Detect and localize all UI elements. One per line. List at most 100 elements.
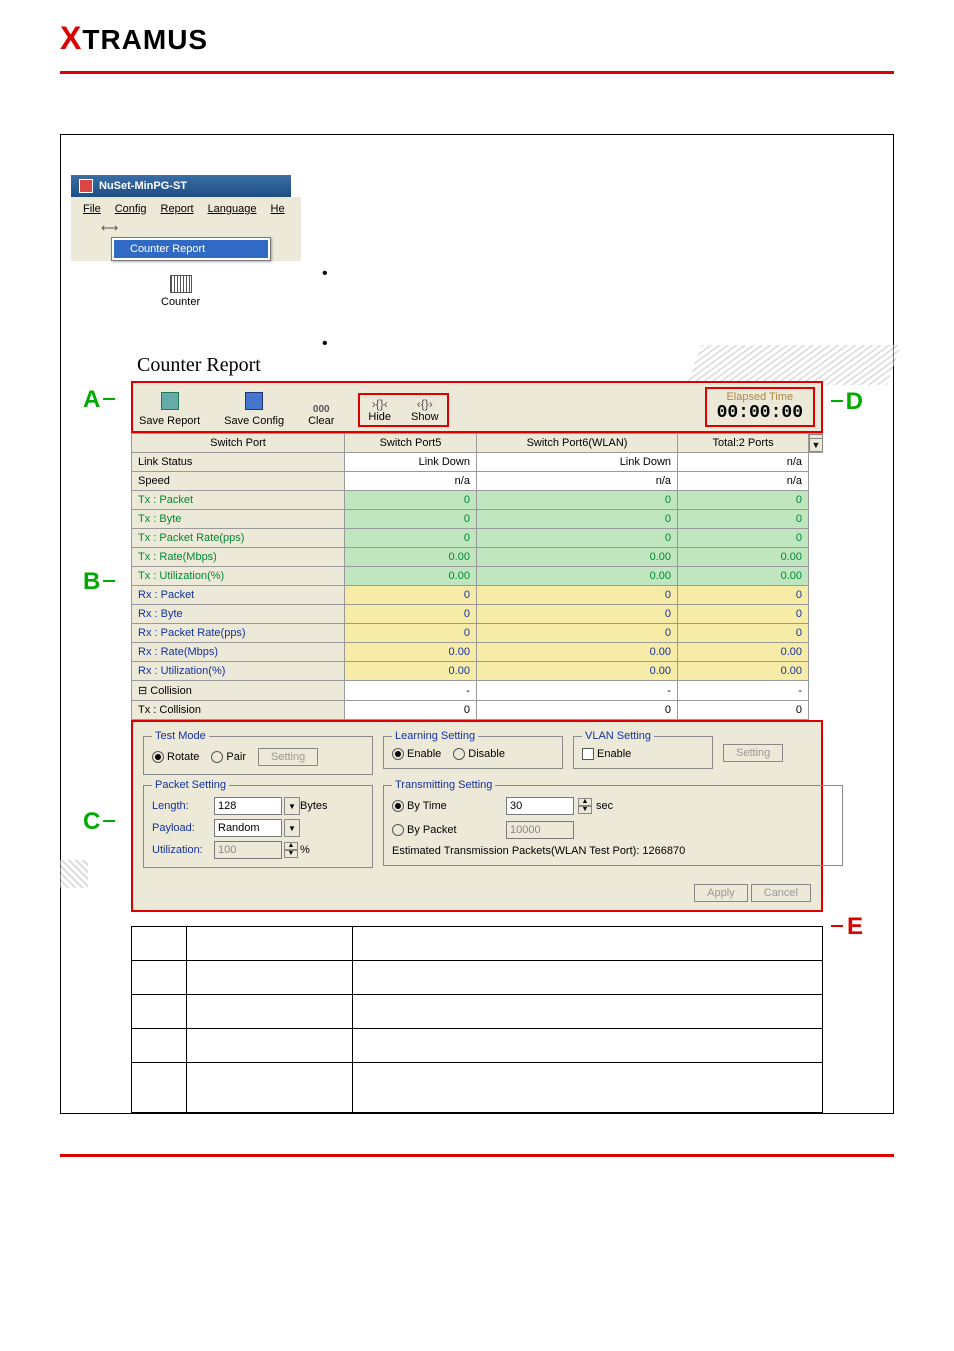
length-input[interactable] <box>214 797 282 815</box>
show-icon: ‹{}› <box>417 397 433 411</box>
time-stepper[interactable]: ▲▼ <box>578 798 592 814</box>
hide-icon: ›{}‹ <box>372 397 388 411</box>
callout-D: D <box>846 388 863 416</box>
apply-button[interactable]: Apply <box>694 884 748 902</box>
row-label: Tx : Rate(Mbps) <box>132 548 345 567</box>
rotate-radio[interactable]: Rotate <box>152 751 199 763</box>
test-mode-group: Test Mode Rotate Pair Setting <box>143 730 373 775</box>
pair-radio[interactable]: Pair <box>211 751 246 763</box>
cell-value: 0.00 <box>476 643 677 662</box>
time-input[interactable] <box>506 797 574 815</box>
cell-value: 0 <box>678 529 809 548</box>
vertical-scrollbar[interactable]: ▲ ▼ <box>809 434 823 453</box>
payload-dropdown-icon[interactable]: ▼ <box>284 819 300 837</box>
toolbar-redbox: Save Report Save Config 000Clear ›{}‹Hid… <box>131 381 823 433</box>
bullet-icon: • <box>322 265 328 283</box>
brand-logo: XTRAMUS <box>60 24 208 55</box>
util-input <box>214 841 282 859</box>
cell-value: - <box>678 681 809 701</box>
cell-value: 0 <box>678 605 809 624</box>
row-label: Tx : Byte <box>132 510 345 529</box>
cancel-button[interactable]: Cancel <box>751 884 811 902</box>
payload-label: Payload: <box>152 822 208 834</box>
elapsed-label: Elapsed Time <box>717 391 803 403</box>
cell-value: 0.00 <box>344 643 476 662</box>
cell-value: 0.00 <box>678 567 809 586</box>
by-packet-radio[interactable]: By Packet <box>392 824 502 836</box>
menubar: File Config Report Language He ⟷ Counter… <box>71 197 301 261</box>
window-titlebar[interactable]: NuSet-MinPG-ST <box>71 175 291 197</box>
estimated-label: Estimated Transmission Packets(WLAN Test… <box>392 845 834 857</box>
col-header[interactable]: Switch Port6(WLAN) <box>476 434 677 453</box>
util-unit: % <box>300 844 340 856</box>
counter-label: Counter <box>161 296 200 308</box>
trans-legend: Transmitting Setting <box>392 779 495 791</box>
learning-disable-radio[interactable]: Disable <box>453 748 505 760</box>
dropdown-counter-report[interactable]: Counter Report <box>114 240 268 258</box>
grid-icon <box>170 275 192 293</box>
save-config-button[interactable]: Save Config <box>224 392 284 427</box>
clear-button[interactable]: 000Clear <box>308 403 334 427</box>
clear-icon: 000 <box>313 404 330 415</box>
vlan-group: VLAN Setting Enable <box>573 730 713 769</box>
cell-value: 0 <box>344 605 476 624</box>
elapsed-value: 00:00:00 <box>717 403 803 423</box>
payload-select[interactable] <box>214 819 282 837</box>
hatch-decoration <box>60 860 88 888</box>
row-label: Tx : Collision <box>132 701 345 720</box>
by-time-radio[interactable]: By Time <box>392 800 502 812</box>
menu-file[interactable]: File <box>77 201 107 217</box>
arrow-icon: ⟷ <box>101 221 121 235</box>
cell-value: 0.00 <box>678 662 809 681</box>
menu-config[interactable]: Config <box>109 201 153 217</box>
app-shell: NuSet-MinPG-ST File Config Report Langua… <box>71 175 883 348</box>
hide-button[interactable]: ›{}‹Hide <box>368 397 391 423</box>
counter-toolbar-button[interactable]: Counter <box>161 275 200 308</box>
cell-value: 0 <box>678 586 809 605</box>
vlan-enable-checkbox[interactable]: Enable <box>582 748 631 760</box>
col-header[interactable]: Switch Port5 <box>344 434 476 453</box>
cell-value: 0 <box>344 586 476 605</box>
col-header[interactable]: Total:2 Ports <box>678 434 809 453</box>
cell-value: 0 <box>344 529 476 548</box>
row-label: Rx : Byte <box>132 605 345 624</box>
vlan-setting-button[interactable]: Setting <box>723 744 783 762</box>
callout-E: E <box>847 913 863 941</box>
learning-legend: Learning Setting <box>392 730 478 742</box>
menu-language[interactable]: Language <box>202 201 263 217</box>
col-header[interactable]: Switch Port <box>132 434 345 453</box>
util-stepper: ▲▼ <box>284 842 298 858</box>
test-mode-setting-button[interactable]: Setting <box>258 748 318 766</box>
cell-value: 0.00 <box>476 548 677 567</box>
save-config-icon <box>245 392 263 410</box>
row-label: ⊟ Collision <box>132 681 345 701</box>
menu-report[interactable]: Report <box>155 201 200 217</box>
cell-value: 0 <box>344 701 476 720</box>
cell-value: 0 <box>476 529 677 548</box>
learning-group: Learning Setting Enable Disable <box>383 730 563 769</box>
learning-enable-radio[interactable]: Enable <box>392 748 441 760</box>
length-label: Length: <box>152 800 208 812</box>
cell-value: 0.00 <box>476 567 677 586</box>
packet-input <box>506 821 574 839</box>
settings-redbox: Test Mode Rotate Pair Setting Learning S… <box>131 720 823 912</box>
packet-setting-group: Packet Setting Length: ▼ Bytes Payload: … <box>143 779 373 868</box>
hide-show-group: ›{}‹Hide ‹{}›Show <box>358 393 448 427</box>
row-label: Tx : Packet Rate(pps) <box>132 529 345 548</box>
row-label: Tx : Utilization(%) <box>132 567 345 586</box>
cell-value: 0 <box>344 624 476 643</box>
row-label: Rx : Packet <box>132 586 345 605</box>
cell-value: n/a <box>344 472 476 491</box>
cell-value: 0 <box>476 510 677 529</box>
length-dropdown-icon[interactable]: ▼ <box>284 797 300 815</box>
callout-C: C <box>83 808 100 836</box>
menu-help[interactable]: He <box>265 201 291 217</box>
cell-value: 0.00 <box>344 548 476 567</box>
scroll-down-icon[interactable]: ▼ <box>809 438 823 452</box>
apply-row: Apply Cancel <box>133 880 821 910</box>
show-button[interactable]: ‹{}›Show <box>411 397 439 423</box>
cell-value: 0 <box>678 491 809 510</box>
cell-value: n/a <box>678 453 809 472</box>
save-report-button[interactable]: Save Report <box>139 392 200 427</box>
cell-value: 0.00 <box>678 643 809 662</box>
